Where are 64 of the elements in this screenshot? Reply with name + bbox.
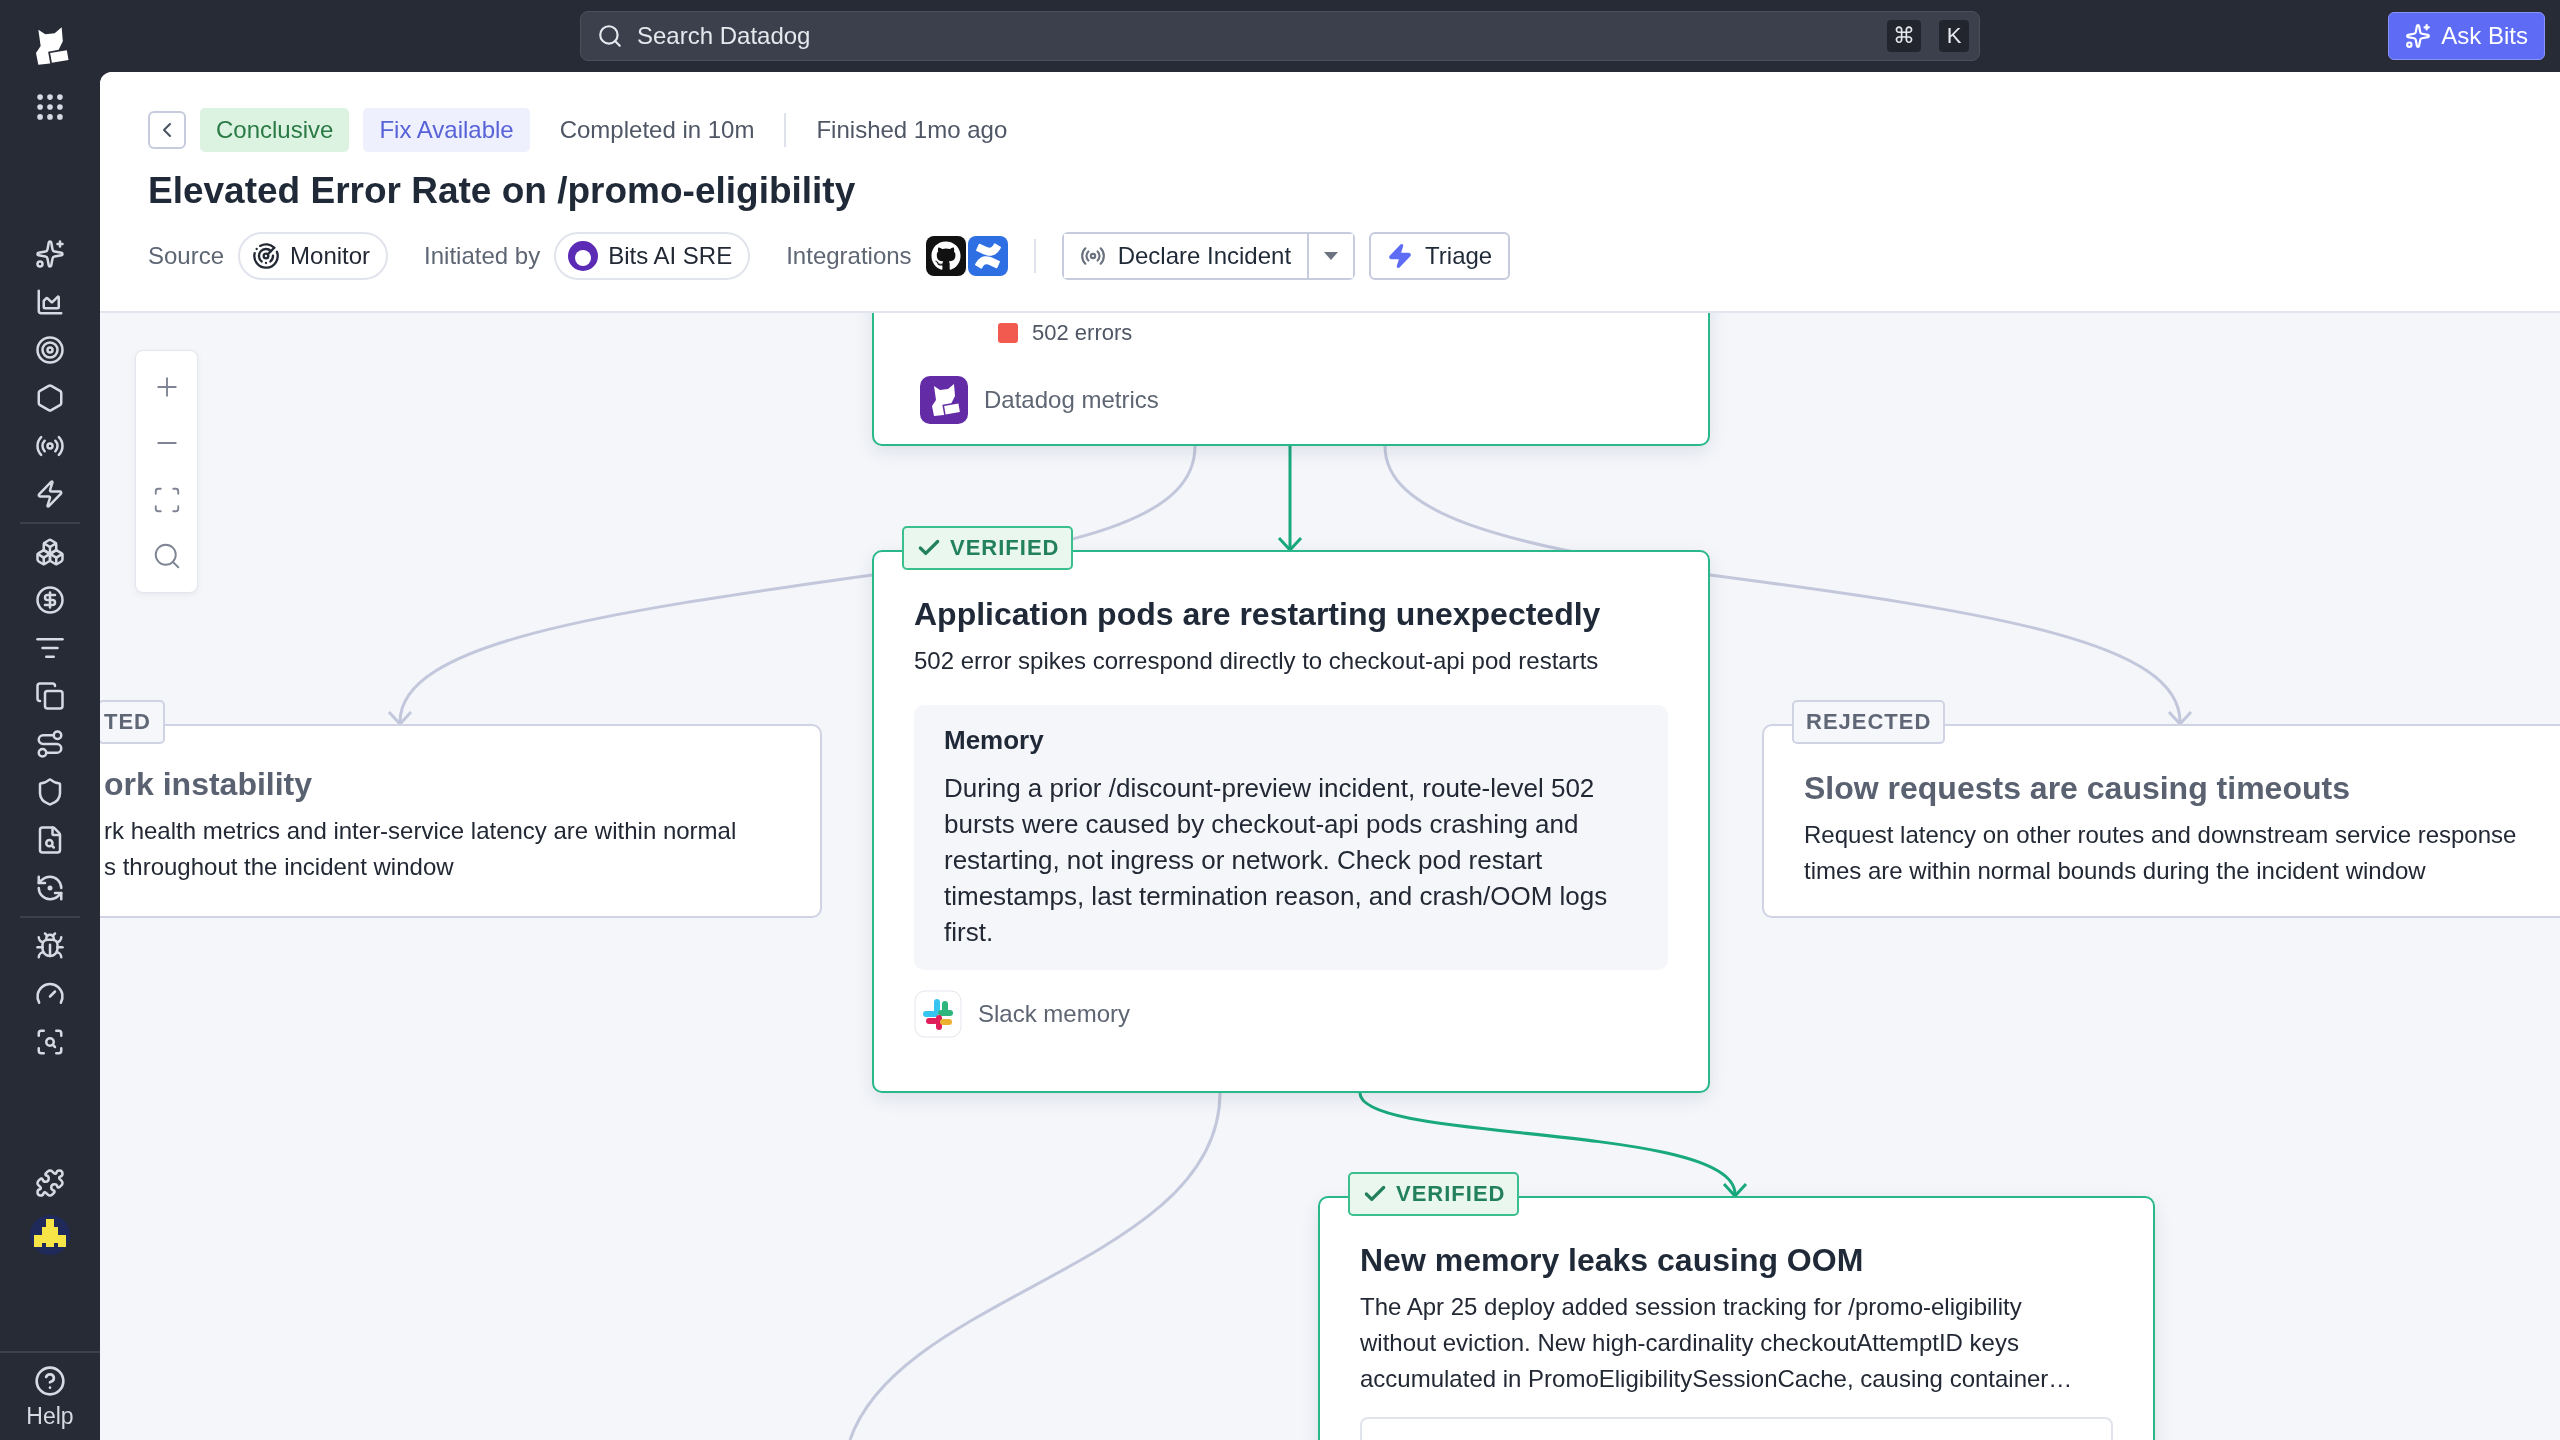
- radar-icon: [252, 242, 281, 270]
- route-icon[interactable]: [35, 729, 65, 759]
- memory-title: Memory: [944, 725, 1045, 756]
- hypothesis-text: Request latency on other routes and downstream service response: [1804, 820, 2518, 850]
- integrations-label: Integrations: [786, 242, 912, 270]
- search-field[interactable]: Search Datadog ⌘ K: [580, 11, 1980, 61]
- back-button[interactable]: [148, 111, 186, 149]
- lightning-icon[interactable]: [35, 479, 65, 509]
- dollar-icon[interactable]: [35, 585, 65, 615]
- boxes-icon[interactable]: [35, 537, 65, 567]
- caret-icon: [1324, 252, 1339, 260]
- hypothesis-text: 502 error spikes correspond directly to checkout-api pod restarts: [914, 646, 1600, 676]
- scan-search-icon[interactable]: [35, 1027, 65, 1057]
- status-badge: TED: [100, 700, 165, 744]
- source-label: Datadog metrics: [984, 386, 1159, 414]
- status-tag: Conclusive: [200, 108, 350, 152]
- area-chart-icon[interactable]: [35, 287, 65, 317]
- target-icon[interactable]: [35, 335, 65, 365]
- bug-icon[interactable]: [35, 931, 65, 961]
- source-pill[interactable]: Monitor: [238, 232, 389, 280]
- avatar-icon: [568, 241, 599, 271]
- help-icon[interactable]: [34, 1365, 66, 1397]
- hypothesis-title: ork instability: [104, 766, 314, 803]
- help-label[interactable]: Help: [26, 1403, 74, 1430]
- hypothesis-text: accumulated in PromoEligibilitySessionCache, causing container…: [1360, 1364, 2074, 1394]
- status-badge: VERIFIED: [902, 526, 1074, 570]
- confluence-icon[interactable]: [967, 236, 1008, 276]
- status-tag: Fix Available: [363, 108, 530, 152]
- triage-button[interactable]: Triage: [1369, 232, 1511, 280]
- refresh-icon[interactable]: [35, 873, 65, 903]
- slack-icon: [914, 990, 962, 1038]
- shortcut-key: K: [1939, 20, 1969, 52]
- legend-label: 502 errors: [1032, 320, 1133, 346]
- status-badge: VERIFIED: [1348, 1172, 1520, 1216]
- initiator-pill[interactable]: Bits AI SRE: [554, 232, 751, 280]
- hypothesis-title: Slow requests are causing timeouts: [1804, 770, 2351, 807]
- meta-text: Finished 1mo ago: [815, 116, 1009, 144]
- ask-button[interactable]: Ask Bits: [2388, 12, 2545, 60]
- sparkles-icon: [2405, 23, 2432, 49]
- page-title: Elevated Error Rate on /promo-eligibility: [148, 170, 857, 212]
- status-badge: REJECTED: [1792, 700, 1946, 744]
- search-input[interactable]: Search Datadog: [635, 21, 1869, 51]
- shortcut-key: ⌘: [1887, 20, 1921, 52]
- hypothesis-text: rk health metrics and inter-service latency are within normal: [104, 816, 738, 846]
- hypothesis-title: New memory leaks causing OOM: [1360, 1242, 1865, 1279]
- source-label: Slack memory: [978, 1000, 1131, 1028]
- declare-incident-button[interactable]: Declare Incident: [1063, 234, 1310, 278]
- sparkles-icon[interactable]: [35, 239, 65, 269]
- hypothesis-text: The Apr 25 deploy added session tracking for /promo-eligibility: [1360, 1292, 2023, 1322]
- source-label: Source: [148, 242, 225, 270]
- hypothesis-text: times are within normal bounds during the incident window: [1804, 856, 2427, 886]
- initiated-label: Initiated by: [424, 242, 541, 270]
- github-icon[interactable]: [925, 236, 966, 276]
- pixel-character-icon[interactable]: [30, 1214, 70, 1255]
- hypothesis-title: Application pods are restarting unexpectedly: [914, 596, 1602, 633]
- hypothesis-text: s throughout the incident window: [104, 852, 455, 882]
- memory-text: During a prior /discount-preview incident, route-level 502 bursts were caused by checkout-api pods crashing and restarting, not ingress or network. Check pod restart timestamps, last termination reason, and crash/OOM logs first.: [944, 772, 1609, 949]
- meta-text: Completed in 10m: [558, 116, 756, 144]
- search-icon: [597, 23, 623, 49]
- hypothesis-text: without eviction. New high-cardinality checkoutAttemptID keys: [1360, 1328, 2020, 1358]
- puzzle-icon[interactable]: [35, 1167, 65, 1198]
- copy-icon[interactable]: [35, 681, 65, 711]
- lightning-icon: [1387, 243, 1414, 269]
- hexagon-icon[interactable]: [35, 383, 65, 413]
